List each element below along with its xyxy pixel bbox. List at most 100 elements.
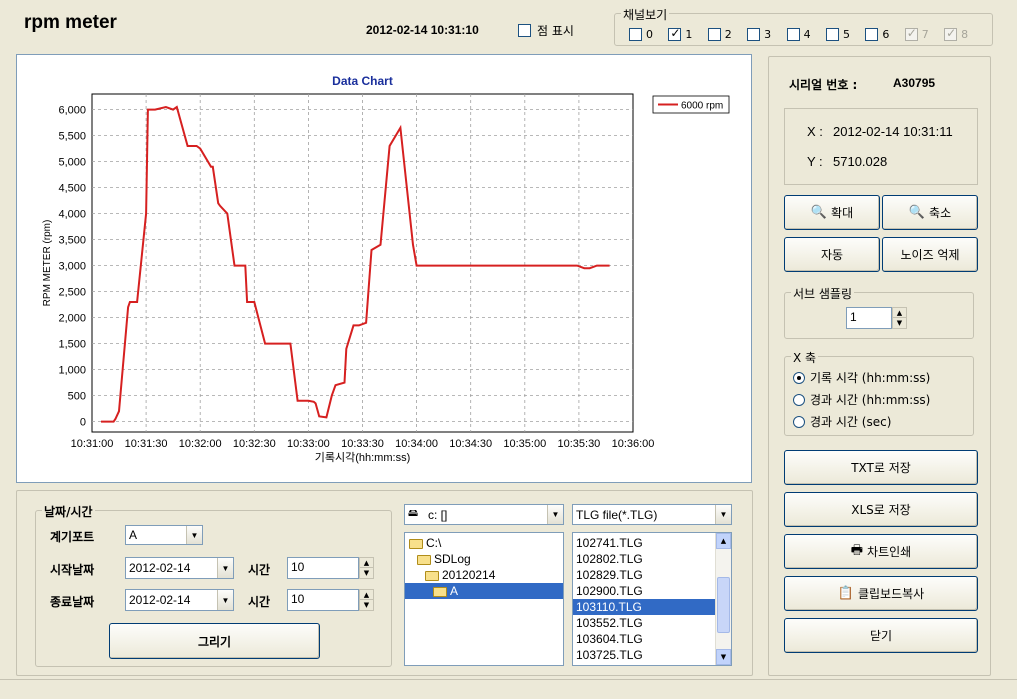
y-tick-label: 500 bbox=[68, 391, 86, 403]
scroll-thumb[interactable] bbox=[717, 577, 730, 633]
start-time-spinner[interactable]: ▲ ▼ bbox=[359, 557, 374, 579]
checkbox[interactable]: ✓ bbox=[668, 26, 682, 41]
drive-select[interactable]: 🖴 c: [] ▼ bbox=[404, 504, 564, 525]
close-button[interactable]: 닫기 bbox=[784, 618, 978, 653]
noise-suppress-label: 노이즈 억제 bbox=[900, 248, 960, 262]
draw-button[interactable]: 그리기 bbox=[109, 623, 320, 659]
channel-2-checkbox[interactable]: 2 bbox=[707, 28, 747, 41]
radio-button[interactable] bbox=[793, 415, 805, 428]
app-title: rpm meter bbox=[24, 12, 117, 33]
print-chart-button[interactable]: 🖶 차트인쇄 bbox=[784, 534, 978, 569]
noise-suppress-button[interactable]: 노이즈 억제 bbox=[882, 237, 978, 272]
checkbox[interactable] bbox=[786, 28, 800, 41]
auto-button[interactable]: 자동 bbox=[784, 237, 880, 272]
x-axis-option-elapsed-sec[interactable]: 경과 시간 (sec) bbox=[793, 413, 891, 430]
end-date-value: 2012-02-14 bbox=[129, 593, 191, 607]
folder-item[interactable]: A bbox=[405, 583, 563, 599]
folder-item[interactable]: C:\ bbox=[405, 535, 563, 551]
scroll-up-icon[interactable]: ▲ bbox=[716, 533, 731, 549]
file-list[interactable]: 102741.TLG 102802.TLG 102829.TLG 102900.TLG… bbox=[572, 532, 732, 666]
file-item[interactable]: 103552.TLG bbox=[573, 615, 715, 631]
end-time-input[interactable]: 10 bbox=[287, 589, 359, 611]
radio-button[interactable] bbox=[793, 393, 805, 406]
save-xls-button[interactable]: XLS로 저장 bbox=[784, 492, 978, 527]
show-points-check[interactable] bbox=[518, 24, 531, 37]
y-readout-label: Y : bbox=[807, 154, 823, 169]
save-txt-button[interactable]: TXT로 저장 bbox=[784, 450, 978, 485]
scroll-down-icon[interactable]: ▼ bbox=[716, 649, 731, 665]
x-tick-label: 10:31:00 bbox=[71, 438, 114, 450]
spin-up-icon[interactable]: ▲ bbox=[893, 308, 906, 318]
channel-3-checkbox[interactable]: 3 bbox=[747, 28, 786, 41]
x-tick-label: 10:32:00 bbox=[179, 438, 222, 450]
start-time-input[interactable]: 10 bbox=[287, 557, 359, 579]
channel-0-checkbox[interactable]: 0 bbox=[629, 28, 668, 41]
start-date-picker[interactable]: 2012-02-14 ▼ bbox=[125, 557, 234, 579]
checkbox[interactable] bbox=[825, 28, 839, 41]
y-tick-label: 2,000 bbox=[58, 313, 86, 325]
file-item[interactable]: 102829.TLG bbox=[573, 567, 715, 583]
checkbox[interactable] bbox=[707, 28, 721, 41]
chevron-down-icon[interactable]: ▼ bbox=[547, 505, 563, 524]
file-item[interactable]: 102900.TLG bbox=[573, 583, 715, 599]
x-axis-title: X 축 bbox=[791, 349, 819, 366]
channel-4-checkbox[interactable]: 4 bbox=[786, 28, 826, 41]
folder-item[interactable]: SDLog bbox=[405, 551, 563, 567]
zoom-out-icon: 🔍 bbox=[908, 205, 926, 220]
file-item[interactable]: 103725.TLG bbox=[573, 647, 715, 663]
spin-up-icon[interactable]: ▲ bbox=[360, 558, 373, 568]
checkbox[interactable] bbox=[865, 28, 879, 41]
sub-sampling-title: 서브 샘플링 bbox=[791, 285, 855, 302]
file-item[interactable]: 102741.TLG bbox=[573, 535, 715, 551]
chevron-down-icon[interactable]: ▼ bbox=[217, 590, 233, 610]
end-time-spinner[interactable]: ▲ ▼ bbox=[359, 589, 374, 611]
serial-value: A30795 bbox=[893, 76, 936, 90]
y-tick-label: 3,000 bbox=[58, 261, 86, 273]
x-tick-label: 10:36:00 bbox=[612, 438, 655, 450]
folder-label: SDLog bbox=[434, 552, 471, 566]
channel-5-checkbox[interactable]: 5 bbox=[825, 28, 865, 41]
checkmark-icon: ✓ bbox=[906, 26, 917, 40]
spin-down-icon[interactable]: ▼ bbox=[360, 568, 373, 578]
checkbox[interactable] bbox=[747, 28, 761, 41]
x-tick-label: 10:34:00 bbox=[395, 438, 438, 450]
y-tick-label: 6,000 bbox=[58, 105, 86, 117]
radio-button[interactable] bbox=[793, 371, 805, 384]
rpm-chart: Data Chart 0 500 1,000 1,500 2,000 2,500 3,000 3… bbox=[42, 74, 730, 464]
x-axis-option-label: 경과 시간 (hh:mm:ss) bbox=[810, 393, 931, 407]
clipboard-copy-button[interactable]: 📋 클립보드복사 bbox=[784, 576, 978, 611]
sub-sampling-spinner[interactable]: ▲ ▼ bbox=[892, 307, 907, 329]
folder-item[interactable]: 20120214 bbox=[405, 567, 563, 583]
serial-label: 시리얼 번호 : bbox=[789, 78, 858, 92]
chevron-down-icon[interactable]: ▼ bbox=[186, 526, 202, 544]
sub-sampling-input[interactable]: 1 bbox=[846, 307, 892, 329]
file-filter-select[interactable]: TLG file(*.TLG) ▼ bbox=[572, 504, 732, 525]
x-axis-option-elapsed-hms[interactable]: 경과 시간 (hh:mm:ss) bbox=[793, 391, 930, 408]
x-axis-option-timestamp[interactable]: 기록 시각 (hh:mm:ss) bbox=[793, 369, 930, 386]
end-date-picker[interactable]: 2012-02-14 ▼ bbox=[125, 589, 234, 611]
spin-up-icon[interactable]: ▲ bbox=[360, 590, 373, 600]
chevron-down-icon[interactable]: ▼ bbox=[715, 505, 731, 524]
file-item[interactable]: 102802.TLG bbox=[573, 551, 715, 567]
spin-down-icon[interactable]: ▼ bbox=[360, 600, 373, 610]
end-date-label: 종료날짜 bbox=[50, 595, 95, 609]
checkbox[interactable] bbox=[629, 28, 642, 41]
drive-select-value: c: [] bbox=[428, 507, 448, 522]
port-select[interactable]: A ▼ bbox=[125, 525, 203, 545]
folder-list[interactable]: C:\ SDLog 20120214 A bbox=[404, 532, 564, 666]
file-list-scrollbar[interactable]: ▲ ▼ bbox=[715, 533, 731, 665]
x-tick-label: 10:32:30 bbox=[233, 438, 276, 450]
file-item[interactable]: 103604.TLG bbox=[573, 631, 715, 647]
show-points-label: 점 표시 bbox=[537, 24, 574, 38]
x-readout-value: 2012-02-14 10:31:11 bbox=[833, 124, 953, 139]
spin-down-icon[interactable]: ▼ bbox=[893, 318, 906, 328]
file-item[interactable]: 103110.TLG bbox=[573, 599, 715, 615]
channel-1-checkbox[interactable]: ✓ 1 bbox=[668, 26, 707, 41]
chevron-down-icon[interactable]: ▼ bbox=[217, 558, 233, 578]
show-points-checkbox[interactable]: 점 표시 bbox=[518, 22, 574, 39]
x-tick-label: 10:33:00 bbox=[287, 438, 330, 450]
zoom-out-button[interactable]: 🔍 축소 bbox=[882, 195, 978, 230]
file-filter-value: TLG file(*.TLG) bbox=[576, 507, 658, 522]
channel-6-checkbox[interactable]: 6 bbox=[865, 28, 904, 41]
zoom-in-button[interactable]: 🔍 확대 bbox=[784, 195, 880, 230]
